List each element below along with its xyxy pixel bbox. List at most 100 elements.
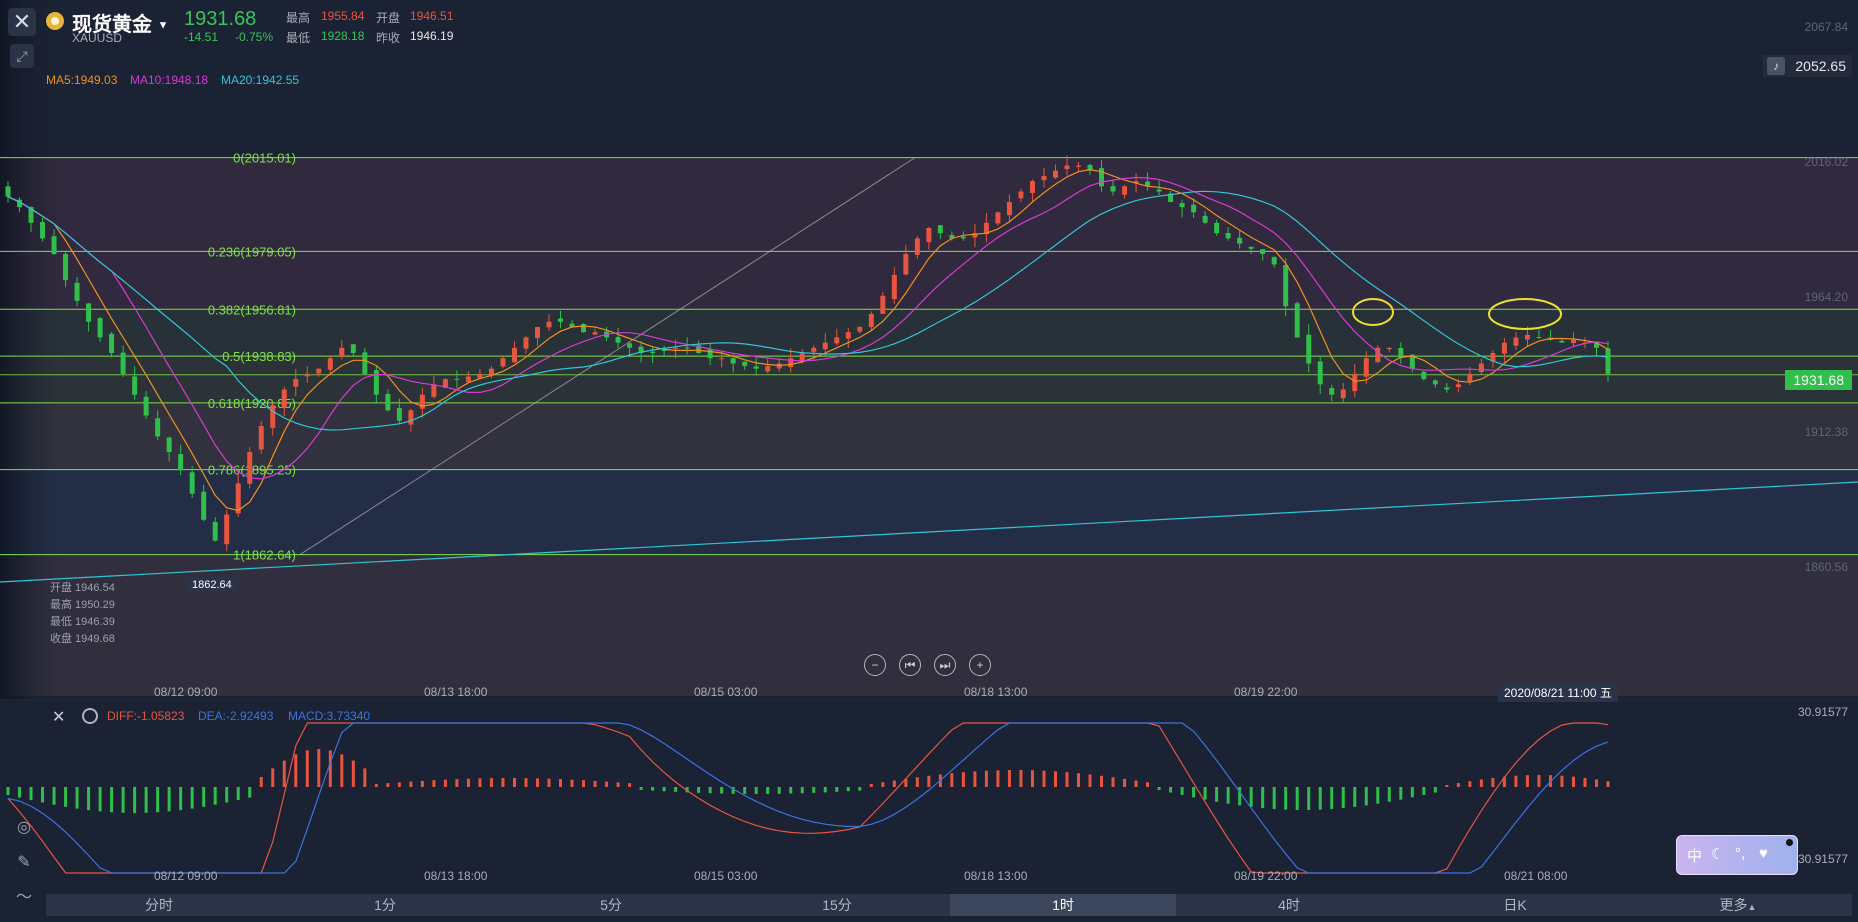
macd-bar [271,768,275,787]
candle-body [1421,371,1427,380]
high-label: 最高 [286,11,311,25]
macd-bar [144,787,148,813]
macd-bar [1019,770,1023,787]
candle-body [40,222,46,239]
close-button[interactable]: ✕ [8,8,36,36]
macd-bar [1353,787,1357,807]
timeframe-tab-7[interactable]: 更多▲ [1688,894,1788,916]
candle-body [120,352,126,374]
macd-bar [1606,781,1610,787]
macd-bar [75,787,79,809]
macd-bar [478,778,482,787]
candle-body [1386,347,1392,350]
candle-body [742,361,748,367]
x-axis-label-2: 08/13 18:00 [424,685,488,699]
macd-bar [1180,787,1184,795]
punctuation-icon[interactable]: °, [1735,845,1745,862]
timeframe-tab-3[interactable]: 15分 [724,894,950,916]
pen-icon[interactable]: ✎ [12,851,36,875]
macd-bar [800,787,804,794]
main-price-chart[interactable]: 0(2015.01) 0.236(1979.05) 0.382(1956.81) 0.… [0,0,1858,700]
timeframe-tab-6[interactable]: 日K [1402,894,1628,916]
timeframe-tab-2[interactable]: 5分 [498,894,724,916]
macd-bar [1583,777,1587,787]
bell-icon[interactable]: ♪ [1766,57,1785,75]
candle-body [293,379,299,387]
macd-bar [236,787,240,801]
macd-bar [363,768,367,787]
candle-body [615,337,621,343]
timeframe-tab-5[interactable]: 4时 [1176,894,1402,916]
axis-label-2016: 2016.02 [1804,155,1848,169]
open-value: 1946.51 [410,9,454,23]
candle-body [834,337,840,344]
current-price: 1931.68 [184,8,257,30]
macd-bar [881,782,885,787]
drawing-tool-icon[interactable]: ⤢ [10,44,34,68]
fib-label: 0.236(1979.05) [208,244,296,259]
dropdown-caret-icon[interactable]: ▼ [158,20,169,32]
macd-bar [1376,787,1380,804]
zoom-in-button[interactable]: + [969,654,991,676]
macd-top-value: 30.91577 [1797,705,1848,719]
caret-up-icon: ▲ [1747,902,1757,912]
candle-body [408,410,414,425]
candle-body [650,351,656,354]
candle-body [1214,222,1220,234]
macd-bar [858,787,862,791]
candle-body [488,368,494,376]
zoom-out-button[interactable]: − [864,654,886,676]
candle-body [868,313,874,328]
macd-x-label-3: 08/15 03:00 [694,869,758,883]
macd-bar [1111,777,1115,787]
macd-bar [1525,775,1529,787]
candle-body [143,396,149,416]
macd-bar [1134,780,1138,787]
candle-body [753,366,759,369]
skin-icon[interactable]: ♥ [1759,845,1768,862]
macd-bar [1560,775,1564,787]
macd-bar [328,750,332,787]
macd-bar [1399,787,1403,800]
macd-bar [1077,773,1081,787]
candle-body [811,347,817,352]
line-chart-icon[interactable]: 〜 [12,886,36,910]
timeframe-tab-1[interactable]: 1分 [272,894,498,916]
candle-body [178,454,184,471]
macd-bar [1341,787,1345,809]
indicator-icon[interactable]: ◎ [12,816,36,840]
high-value: 1955.84 [321,9,365,23]
macd-settings-icon[interactable] [82,708,98,724]
candle-body [109,333,115,354]
macd-chart[interactable] [0,703,1858,893]
x-axis-label-3: 08/15 03:00 [694,685,758,699]
timeframe-tab-0[interactable]: 分时 [46,894,272,916]
instrument-symbol: XAUUSD [72,31,123,45]
macd-bar [605,781,609,787]
axis-label-top: 2067.84 [1804,20,1848,34]
macd-bar [547,778,551,787]
jump-end-button[interactable]: ⏭ [934,654,956,676]
ime-toolbar[interactable]: 中 ☾ °, ♥ [1676,835,1798,875]
price-alert[interactable]: ♪ 2052.65 [1762,55,1852,77]
timeframe-tab-4[interactable]: 1时 [950,894,1176,916]
candle-body [362,352,368,374]
candle-body [995,212,1001,224]
candle-body [581,324,587,333]
macd-bar [1157,787,1161,790]
candle-body [845,332,851,339]
macd-close-icon[interactable]: ✕ [52,707,65,727]
macd-bar [202,787,206,807]
candle-body [661,350,667,352]
moon-icon[interactable]: ☾ [1711,845,1724,863]
x-axis-label-1: 08/12 09:00 [154,685,218,699]
candle-body [546,321,552,328]
jump-start-button[interactable]: ⏮ [899,654,921,676]
chinese-input-icon[interactable]: 中 [1687,845,1702,866]
candle-body [1340,389,1346,399]
candle-body [523,337,529,349]
macd-bar [294,754,298,787]
macd-bar [1007,770,1011,787]
macd-x-label-2: 08/13 18:00 [424,869,488,883]
macd-bar [1387,787,1391,802]
